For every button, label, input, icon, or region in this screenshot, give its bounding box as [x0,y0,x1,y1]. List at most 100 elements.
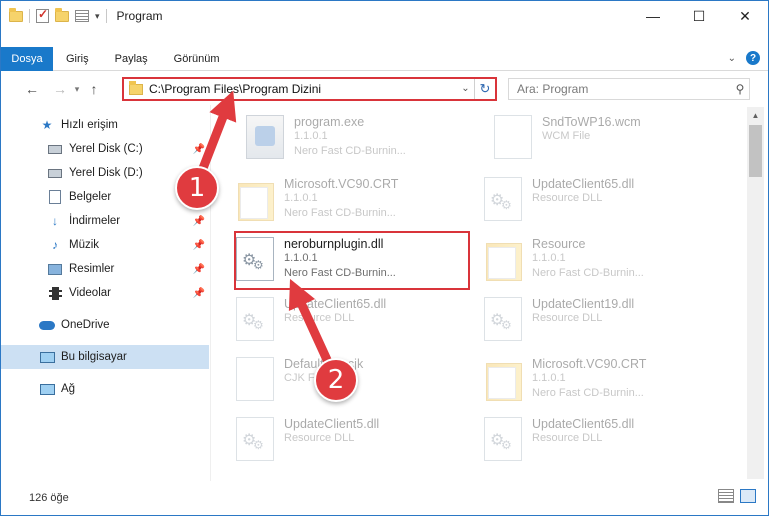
sidebar-item-label: Ağ [61,383,76,395]
sidebar-item-videos[interactable]: Videolar 📌 [1,281,209,305]
toolbar-separator [105,9,107,23]
navigation-pane: ★ Hızlı erişim Yerel Disk (C:) 📌 Yerel D… [1,109,211,481]
folder-icon [129,80,143,95]
address-bar[interactable]: C:\Program Files\Program Dizini ⌄ ↻ [122,77,497,101]
tiles-view-icon[interactable] [740,489,756,503]
documents-icon [49,190,61,204]
file-name: UpdateClient65.dll [532,417,635,431]
file-description: Nero Fast CD-Burnin... [532,267,644,279]
item-count: 126 öğe [29,492,69,504]
search-input[interactable]: Ara: Program ⚲ [508,78,750,100]
file-description: Nero Fast CD-Burnin... [532,387,644,399]
file-type: Resource DLL [284,432,355,444]
sidebar-item-local-disk-c[interactable]: Yerel Disk (C:) 📌 [1,137,209,161]
sidebar-item-label: Yerel Disk (D:) [69,167,143,179]
sidebar-item-label: Hızlı erişim [61,119,118,131]
folder-icon [236,177,274,221]
sidebar-item-label: Bu bilgisayar [61,351,127,363]
videos-icon [48,286,62,300]
file-tile[interactable]: SndToWP16.wcm WCM File [470,107,710,165]
sidebar-item-this-pc[interactable]: Bu bilgisayar [1,345,209,369]
music-icon: ♪ [52,238,58,252]
file-icon [494,115,532,159]
highlight-box [234,231,470,290]
dll-icon [236,297,274,341]
properties-check-icon[interactable] [36,7,49,23]
recent-locations-dropdown[interactable]: ▾ [71,84,83,95]
window-title: Program [116,9,163,23]
up-button[interactable]: ↑ [83,78,105,100]
tab-file[interactable]: Dosya [1,46,53,71]
file-tile[interactable]: UpdateClient65.dll Resource DLL [460,169,700,227]
file-tile[interactable]: UpdateClient65.dll Resource DLL [460,409,700,467]
dll-icon [484,297,522,341]
file-tile[interactable]: UpdateClient65.dll Resource DLL [212,289,452,347]
vertical-scrollbar[interactable]: ▲ [747,107,764,479]
address-path[interactable]: C:\Program Files\Program Dizini [149,82,457,96]
file-description: Nero Fast CD-Burnin... [294,145,406,157]
file-description: Nero Fast CD-Burnin... [284,207,396,219]
file-tile[interactable]: UpdateClient5.dll Resource DLL [212,409,452,467]
new-folder-icon[interactable] [55,7,69,22]
sidebar-item-quick-access[interactable]: ★ Hızlı erişim [1,113,209,137]
sidebar-item-downloads[interactable]: ↓ İndirmeler 📌 [1,209,209,233]
pc-icon [39,351,55,363]
chevron-down-icon[interactable]: ▾ [95,11,100,22]
file-name: Microsoft.VC90.CRT [532,357,647,371]
minimize-button[interactable]: — [630,1,676,31]
pin-icon: 📌 [192,263,205,275]
sidebar-item-label: Yerel Disk (C:) [69,143,143,155]
sidebar-item-label: Videolar [69,287,111,299]
folder-icon [484,357,522,401]
file-version: 1.1.0.1 [532,372,566,384]
search-placeholder[interactable]: Ara: Program [517,82,731,96]
folder-icon [9,7,23,22]
navigation-bar: ← → ▾ ↑ C:\Program Files\Program Dizini … [1,73,768,105]
folder-icon [484,237,522,281]
downloads-icon: ↓ [52,214,58,228]
close-button[interactable]: ✕ [722,1,768,31]
file-type: Resource DLL [532,192,603,204]
file-tile[interactable]: UpdateClient19.dll Resource DLL [460,289,700,347]
pane-divider[interactable] [210,105,211,481]
file-tile[interactable]: Microsoft.VC90.CRT 1.1.0.1 Nero Fast CD-… [212,169,452,227]
file-type: Resource DLL [284,312,355,324]
expand-ribbon-icon[interactable]: ⌄ [728,53,736,64]
file-type: Resource DLL [532,312,603,324]
step-badge-2: 2 [314,358,358,402]
sidebar-item-music[interactable]: ♪ Müzik 📌 [1,233,209,257]
file-version: 1.1.0.1 [284,192,318,204]
forward-button[interactable]: → [49,78,71,100]
customize-toolbar-icon[interactable] [75,10,89,22]
file-name: UpdateClient65.dll [284,297,387,311]
refresh-icon[interactable]: ↻ [475,81,495,97]
drive-icon [48,168,62,178]
file-tile[interactable]: Resource 1.1.0.1 Nero Fast CD-Burnin... [460,229,700,287]
sidebar-item-label: Resimler [69,263,115,275]
star-icon: ★ [41,118,53,132]
address-history-dropdown[interactable]: ⌄ [457,79,475,99]
sidebar-item-pictures[interactable]: Resimler 📌 [1,257,209,281]
sidebar-item-label: Belgeler [69,191,112,203]
pictures-icon [48,263,62,275]
details-view-icon[interactable] [718,489,734,503]
file-tile[interactable]: Microsoft.VC90.CRT 1.1.0.1 Nero Fast CD-… [460,349,700,407]
maximize-button[interactable]: ☐ [676,1,722,31]
pin-icon: 📌 [192,215,205,227]
exe-icon [246,115,284,159]
back-button[interactable]: ← [21,78,43,100]
scroll-up-icon[interactable]: ▲ [747,107,764,124]
dll-icon [236,417,274,461]
tab-share[interactable]: Paylaş [102,47,161,71]
tab-view[interactable]: Görünüm [161,47,233,71]
help-icon[interactable]: ? [746,51,760,65]
sidebar-item-label: Müzik [69,239,100,251]
pin-icon: 📌 [192,239,205,251]
scroll-thumb[interactable] [749,125,762,177]
sidebar-item-onedrive[interactable]: OneDrive [1,313,209,337]
search-icon[interactable]: ⚲ [731,82,749,96]
tab-home[interactable]: Giriş [53,47,102,71]
file-name: UpdateClient65.dll [532,177,635,191]
sidebar-item-network[interactable]: Ağ [1,377,209,401]
file-tile[interactable]: program.exe 1.1.0.1 Nero Fast CD-Burnin.… [222,107,462,165]
